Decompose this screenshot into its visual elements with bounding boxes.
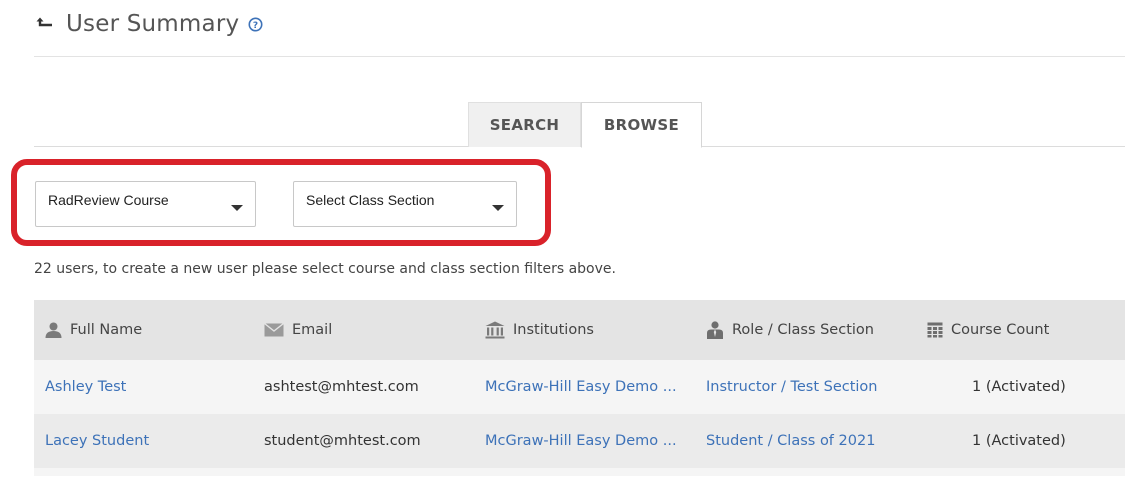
full-name-link[interactable]: Lacey Student <box>45 433 149 449</box>
column-header-label: Full Name <box>70 322 143 338</box>
role-section-link[interactable]: Instructor / Test Section <box>706 379 878 395</box>
help-icon[interactable]: ? <box>248 17 263 32</box>
column-header-label: Role / Class Section <box>732 322 874 338</box>
header-divider <box>34 56 1125 57</box>
tab-search[interactable]: SEARCH <box>468 102 581 147</box>
column-header-full-name[interactable]: Full Name <box>45 322 142 338</box>
class-section-select[interactable]: Select Class Section <box>293 181 517 227</box>
course-select[interactable]: RadReview Course <box>35 181 256 227</box>
svg-text:?: ? <box>253 21 258 31</box>
column-header-role-class-section[interactable]: Role / Class Section <box>706 321 874 339</box>
user-summary-page: User Summary ? SEARCH BROWSE RadReview C… <box>0 0 1125 477</box>
tab-browse[interactable]: BROWSE <box>581 102 702 148</box>
users-table: Full Name Email Institutions Role / Clas… <box>34 300 1125 476</box>
role-icon <box>706 321 724 339</box>
user-icon <box>45 322 62 338</box>
page-header: User Summary ? <box>36 6 263 42</box>
email-cell: ashtest@mhtest.com <box>264 379 419 395</box>
course-count-cell: 1 (Activated) <box>972 379 1066 395</box>
user-count-info: 22 users, to create a new user please se… <box>34 261 616 277</box>
column-header-label: Email <box>292 322 333 338</box>
column-header-email[interactable]: Email <box>264 322 332 338</box>
column-header-label: Institutions <box>513 322 594 338</box>
course-count-cell: 1 (Activated) <box>972 433 1066 449</box>
institution-link[interactable]: McGraw-Hill Easy Demo ... <box>485 433 677 449</box>
column-header-course-count[interactable]: Course Count <box>927 322 1049 338</box>
class-section-select-value: Select Class Section <box>306 191 435 208</box>
institution-icon <box>485 321 505 339</box>
institution-link[interactable]: McGraw-Hill Easy Demo ... <box>485 379 677 395</box>
page-title: User Summary <box>66 11 240 37</box>
table-row: Lacey Student student@mhtest.com McGraw-… <box>34 414 1125 468</box>
column-header-label: Course Count <box>951 322 1050 338</box>
role-section-link[interactable]: Student / Class of 2021 <box>706 433 875 449</box>
envelope-icon <box>264 323 284 337</box>
full-name-link[interactable]: Ashley Test <box>45 379 126 395</box>
calendar-grid-icon <box>927 322 943 338</box>
table-row: Ashley Test ashtest@mhtest.com McGraw-Hi… <box>34 360 1125 414</box>
table-header: Full Name Email Institutions Role / Clas… <box>34 300 1125 360</box>
chevron-down-icon <box>231 205 243 211</box>
column-header-institutions[interactable]: Institutions <box>485 321 594 339</box>
course-select-value: RadReview Course <box>48 191 169 208</box>
back-arrow-icon[interactable] <box>36 14 56 34</box>
table-row-partial <box>34 468 1125 476</box>
chevron-down-icon <box>492 205 504 211</box>
email-cell: student@mhtest.com <box>264 433 421 449</box>
